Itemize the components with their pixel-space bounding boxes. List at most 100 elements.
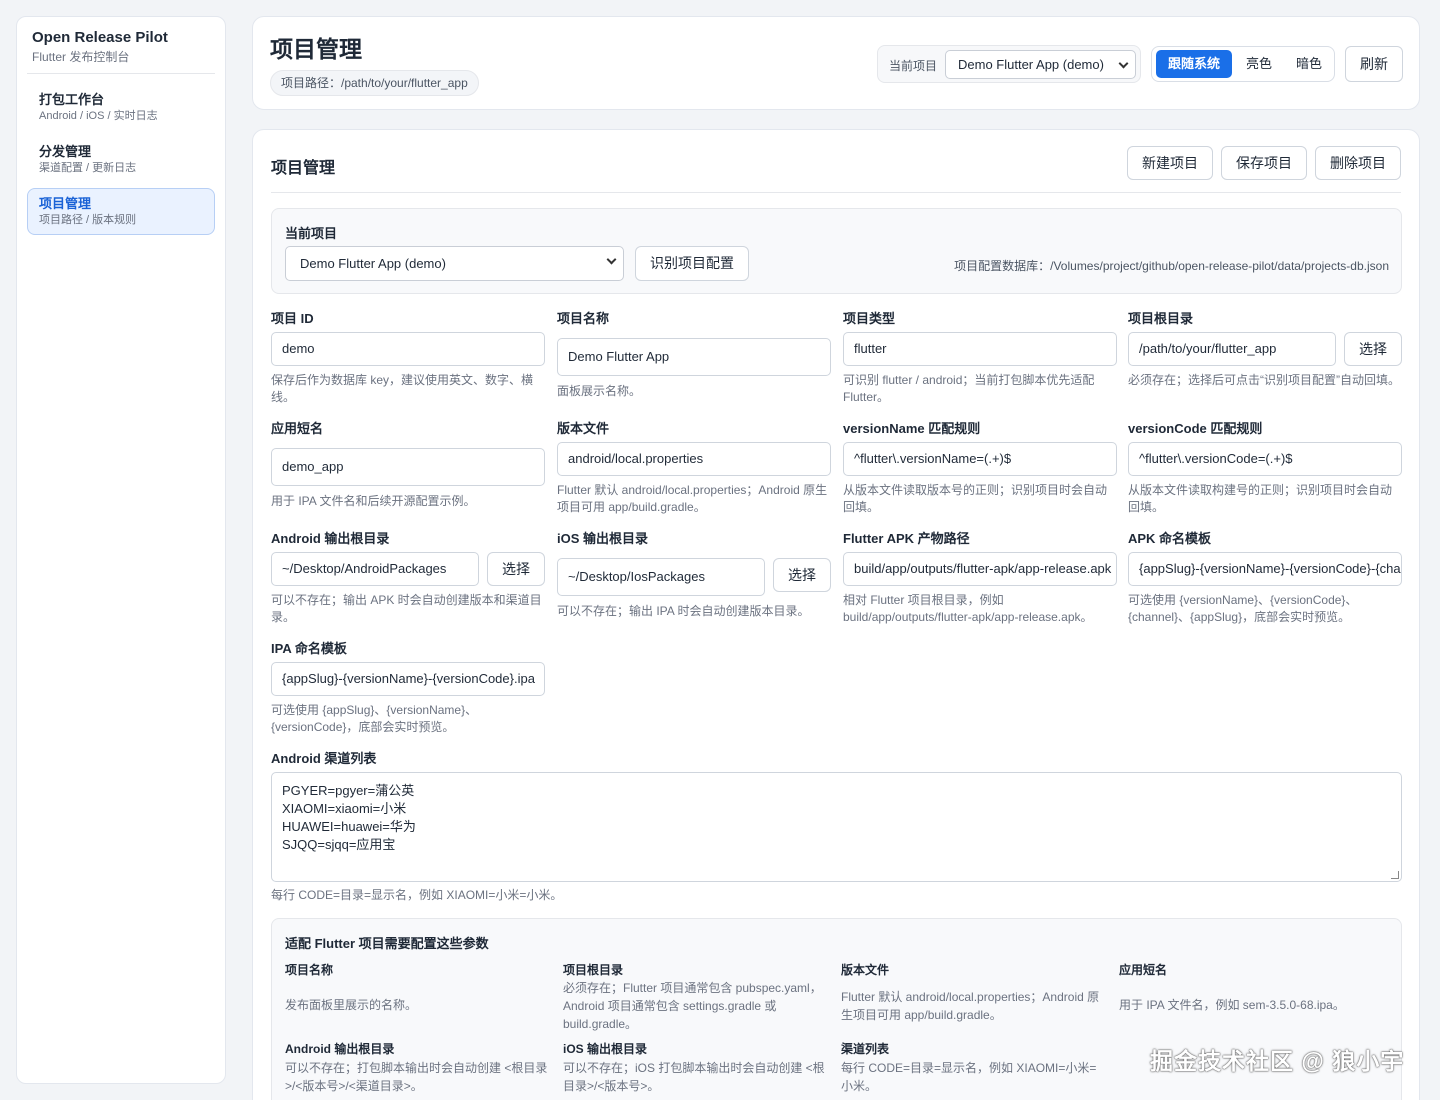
version-name-rule-input[interactable]: ^flutter\.versionName=(.+)$: [843, 442, 1117, 476]
version-file-hint: Flutter 默认 android/local.properties；Andr…: [557, 483, 828, 514]
ipa-template-hint: 可选使用 {appSlug}、{versionName}、{versionCod…: [271, 703, 478, 734]
info-key: Android 输出根目录: [285, 1042, 395, 1056]
apk-path-hint: 相对 Flutter 项目根目录，例如 build/app/outputs/fl…: [843, 593, 1093, 624]
project-id-input[interactable]: demo: [271, 332, 545, 366]
version-code-rule-input[interactable]: ^flutter\.versionCode=(.+)$: [1128, 442, 1402, 476]
sidebar-item-title: 打包工作台: [39, 92, 105, 107]
version-code-rule-hint: 从版本文件读取构建号的正则；识别项目时会自动回填。: [1128, 483, 1393, 514]
current-project-panel: 当前项目 Demo Flutter App (demo) 识别项目配置 项目配置…: [271, 208, 1402, 294]
project-name-input[interactable]: Demo Flutter App: [557, 338, 831, 376]
choose-ios-out-button[interactable]: 选择: [773, 558, 831, 592]
channels-textarea[interactable]: PGYER=pgyer=蒲公英 XIAOMI=xiaomi=小米 HUAWEI=…: [271, 772, 1402, 882]
project-root-input[interactable]: /path/to/your/flutter_app: [1128, 332, 1336, 366]
channel-line: PGYER=pgyer=蒲公英: [282, 783, 415, 798]
info-key: 项目名称: [285, 963, 334, 977]
apk-template-label: APK 命名模板: [1128, 531, 1212, 546]
project-type-input[interactable]: flutter: [843, 332, 1117, 366]
header: 项目管理 项目路径：/path/to/your/flutter_app 当前项目…: [252, 16, 1420, 110]
android-out-input[interactable]: ~/Desktop/AndroidPackages: [271, 552, 479, 586]
watermark-text: 掘金技术社区 @ 狼小宇: [1150, 1048, 1405, 1074]
sidebar: Open Release Pilot Flutter 发布控制台 打包工作台 A…: [16, 16, 226, 1084]
info-key: 渠道列表: [841, 1042, 890, 1056]
info-value: 用于 IPA 文件名，例如 sem-3.5.0-68.ipa。: [1119, 998, 1345, 1012]
project-root-label: 项目根目录: [1128, 311, 1194, 326]
android-out-hint: 可以不存在；输出 APK 时会自动创建版本和渠道目录。: [271, 593, 542, 624]
apk-path-label: Flutter APK 产物路径: [843, 531, 970, 546]
info-key: 版本文件: [841, 963, 890, 977]
channel-line: XIAOMI=xiaomi=小米: [282, 801, 407, 816]
apk-template-hint: 可选使用 {versionName}、{versionCode}、{channe…: [1128, 593, 1358, 624]
apk-template-input[interactable]: {appSlug}-{versionName}-{versionCode}-{c…: [1128, 552, 1402, 586]
project-name-label: 项目名称: [557, 311, 610, 326]
project-id-hint: 保存后作为数据库 key，建议使用英文、数字、横线。: [271, 373, 534, 404]
version-file-input[interactable]: android/local.properties: [557, 442, 831, 476]
sidebar-item-distribution[interactable]: 分发管理 渠道配置 / 更新日志: [27, 136, 215, 183]
divider: [271, 192, 1401, 193]
header-project-label: 当前项目: [889, 59, 938, 73]
brand-subtitle: Flutter 发布控制台: [27, 46, 215, 74]
channel-line: HUAWEI=huawei=华为: [282, 819, 416, 834]
sidebar-item-build[interactable]: 打包工作台 Android / iOS / 实时日志: [27, 84, 215, 131]
current-project-label: 当前项目: [285, 226, 338, 241]
chevron-down-icon: [1118, 58, 1129, 69]
channel-line: SJQQ=sjqq=应用宝: [282, 837, 396, 852]
theme-light-button[interactable]: 亮色: [1236, 50, 1282, 78]
header-project-select[interactable]: Demo Flutter App (demo): [945, 50, 1136, 79]
info-key: 项目根目录: [563, 963, 624, 977]
sidebar-item-projects[interactable]: 项目管理 项目路径 / 版本规则: [27, 188, 215, 235]
info-value: Flutter 默认 android/local.properties；Andr…: [841, 990, 1100, 1022]
choose-root-button[interactable]: 选择: [1344, 332, 1402, 366]
version-code-rule-label: versionCode 匹配规则: [1128, 421, 1263, 436]
ipa-template-label: IPA 命名模板: [271, 641, 347, 656]
theme-toggle: 跟随系统 亮色 暗色: [1151, 46, 1335, 82]
db-path-text: 项目配置数据库：/Volumes/project/github/open-rel…: [954, 259, 1389, 273]
version-name-rule-hint: 从版本文件读取版本号的正则；识别项目时会自动回填。: [843, 483, 1108, 514]
app-slug-input[interactable]: demo_app: [271, 448, 545, 486]
new-project-button[interactable]: 新建项目: [1127, 146, 1213, 180]
channels-label: Android 渠道列表: [271, 751, 377, 766]
sidebar-nav: 打包工作台 Android / iOS / 实时日志 分发管理 渠道配置 / 更…: [27, 84, 215, 235]
project-type-hint: 可识别 flutter / android；当前打包脚本优先适配 Flutter…: [843, 373, 1095, 404]
delete-project-button[interactable]: 删除项目: [1315, 146, 1401, 180]
detect-config-button[interactable]: 识别项目配置: [635, 246, 749, 281]
current-project-select[interactable]: Demo Flutter App (demo): [285, 246, 624, 281]
project-name-hint: 面板展示名称。: [557, 384, 642, 398]
project-management-panel: 项目管理 新建项目 保存项目 删除项目 当前项目 Demo Flutter Ap…: [252, 129, 1420, 1100]
theme-system-button[interactable]: 跟随系统: [1156, 50, 1232, 78]
ipa-template-input[interactable]: {appSlug}-{versionName}-{versionCode}.ip…: [271, 662, 545, 696]
choose-android-out-button[interactable]: 选择: [487, 552, 545, 586]
info-value: 可以不存在；打包脚本输出时会自动创建 <根目录>/<版本号>/<渠道目录>。: [285, 1061, 548, 1093]
version-name-rule-label: versionName 匹配规则: [843, 421, 981, 436]
chevron-down-icon: [606, 254, 617, 265]
header-project-value: Demo Flutter App (demo): [958, 57, 1104, 72]
info-key: 应用短名: [1119, 963, 1168, 977]
info-value: 发布面板里展示的名称。: [285, 998, 418, 1012]
refresh-button[interactable]: 刷新: [1345, 46, 1403, 82]
info-value: 必须存在；Flutter 项目通常包含 pubspec.yaml，Android…: [563, 981, 822, 1031]
app-slug-label: 应用短名: [271, 421, 324, 436]
info-value: 每行 CODE=目录=显示名，例如 XIAOMI=小米=小米。: [841, 1061, 1097, 1093]
save-project-button[interactable]: 保存项目: [1221, 146, 1307, 180]
apk-path-input[interactable]: build/app/outputs/flutter-apk/app-releas…: [843, 552, 1117, 586]
resize-handle-icon[interactable]: [1391, 871, 1399, 879]
project-path-badge: 项目路径：/path/to/your/flutter_app: [270, 70, 479, 96]
section-title: 项目管理: [271, 160, 336, 177]
ios-out-hint: 可以不存在；输出 IPA 时会自动创建版本目录。: [557, 604, 810, 618]
project-id-label: 项目 ID: [271, 311, 314, 326]
ios-out-label: iOS 输出根目录: [557, 531, 649, 546]
sidebar-item-title: 分发管理: [39, 144, 92, 159]
android-out-label: Android 输出根目录: [271, 531, 390, 546]
ios-out-input[interactable]: ~/Desktop/IosPackages: [557, 558, 765, 596]
sidebar-item-title: 项目管理: [39, 196, 92, 211]
app-slug-hint: 用于 IPA 文件名和后续开源配置示例。: [271, 494, 476, 508]
project-root-hint: 必须存在；选择后可点击“识别项目配置”自动回填。: [1128, 373, 1400, 387]
sidebar-item-subtitle: 渠道配置 / 更新日志: [39, 162, 137, 174]
info-title: 适配 Flutter 项目需要配置这些参数: [285, 936, 489, 951]
project-type-label: 项目类型: [843, 311, 896, 326]
brand-title: Open Release Pilot: [32, 29, 168, 46]
header-project-switcher: 当前项目 Demo Flutter App (demo): [877, 45, 1141, 83]
page-title: 项目管理: [270, 36, 362, 62]
theme-dark-button[interactable]: 暗色: [1286, 50, 1332, 78]
info-key: iOS 输出根目录: [563, 1042, 648, 1056]
sidebar-item-subtitle: Android / iOS / 实时日志: [39, 110, 158, 122]
